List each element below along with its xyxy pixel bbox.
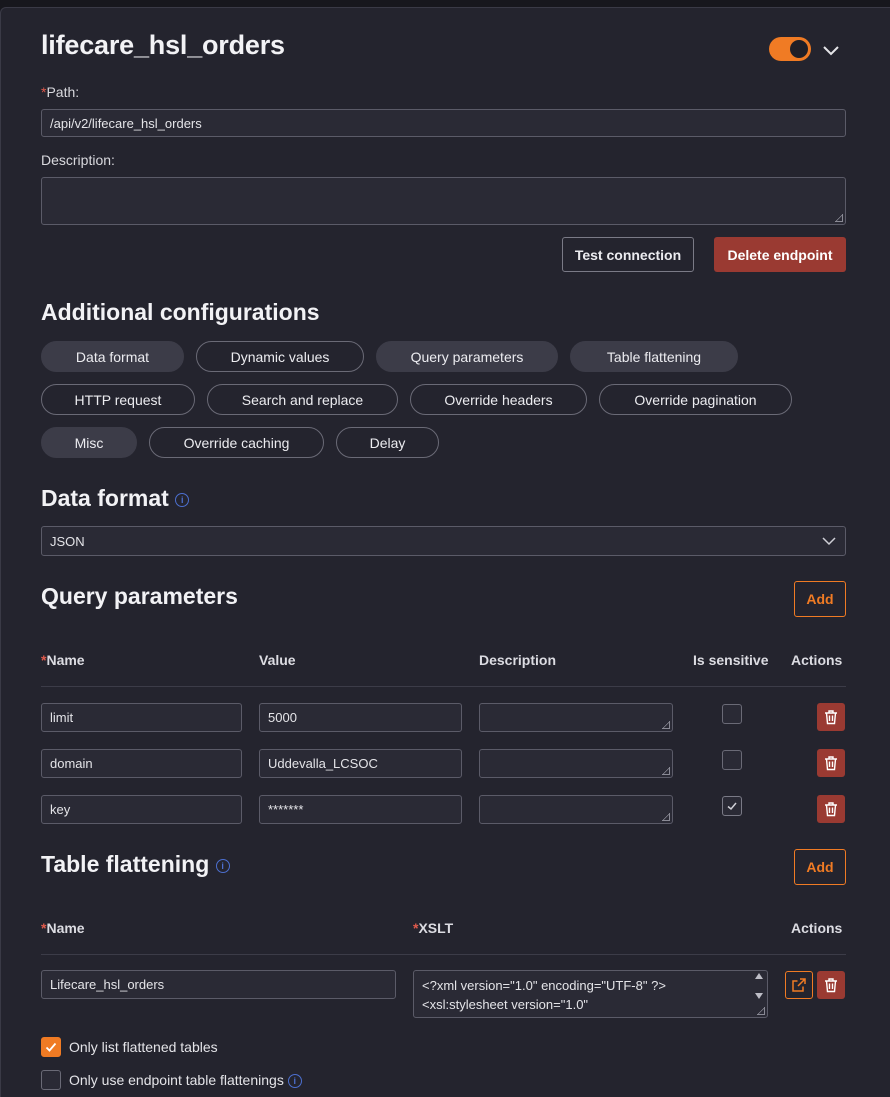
description-textarea[interactable]	[41, 177, 846, 225]
info-icon[interactable]: i	[175, 492, 190, 507]
description-label: Description:	[41, 152, 115, 168]
delete-flattening-button[interactable]	[817, 971, 845, 999]
qp-header-description: Description	[479, 652, 557, 668]
chip-search-and-replace[interactable]: Search and replace	[207, 384, 398, 415]
tf-header-xslt: *XSLT	[413, 920, 453, 936]
scroll-down-icon	[755, 993, 763, 999]
qp-header-name: *Name	[41, 652, 85, 668]
chip-override-pagination[interactable]: Override pagination	[599, 384, 792, 415]
chip-misc[interactable]: Misc	[41, 427, 137, 458]
info-icon[interactable]: i	[215, 858, 230, 873]
scroll-up-icon	[755, 973, 763, 979]
delete-row-button[interactable]	[817, 749, 845, 777]
chip-table-flattening[interactable]: Table flattening	[570, 341, 738, 372]
xslt-textarea[interactable]: <?xml version="1.0" encoding="UTF-8" ?> …	[413, 970, 768, 1018]
data-format-heading: Data format i	[41, 485, 190, 512]
xslt-line: <xsl:stylesheet version="1.0"	[422, 997, 589, 1012]
qp-value-value: *******	[268, 802, 304, 817]
qp-value-input[interactable]: Uddevalla_LCSOC	[259, 749, 462, 778]
tf-header-name: *Name	[41, 920, 85, 936]
table-flattening-title: Table flattening	[41, 851, 210, 877]
collapse-chevron-icon[interactable]	[821, 40, 841, 60]
checkmark-icon	[45, 1042, 57, 1052]
tf-header-actions: Actions	[791, 920, 843, 936]
tf-name-input[interactable]: Lifecare_hsl_orders	[41, 970, 396, 999]
qp-name-input[interactable]: limit	[41, 703, 242, 732]
chip-http-request[interactable]: HTTP request	[41, 384, 195, 415]
endpoint-panel: lifecare_hsl_orders *Path: /api/v2/lifec…	[0, 7, 890, 1097]
tf-header-xslt-text: XSLT	[418, 920, 454, 936]
chip-delay[interactable]: Delay	[336, 427, 439, 458]
data-format-selected: JSON	[50, 533, 85, 549]
qp-description-input[interactable]	[479, 749, 673, 778]
additional-config-heading: Additional configurations	[41, 299, 320, 325]
qp-sensitive-checkbox[interactable]	[722, 750, 742, 770]
qp-name-input[interactable]: key	[41, 795, 242, 824]
only-use-endpoint-checkbox[interactable]	[41, 1070, 61, 1090]
qp-description-input[interactable]	[479, 703, 673, 732]
qp-header-sensitive: Is sensitive	[693, 652, 769, 668]
chevron-down-icon	[822, 537, 836, 546]
open-xslt-editor-button[interactable]	[785, 971, 813, 999]
qp-sensitive-checkbox[interactable]	[722, 796, 742, 816]
qp-description-input[interactable]	[479, 795, 673, 824]
query-params-heading: Query parameters	[41, 583, 238, 609]
delete-row-button[interactable]	[817, 703, 845, 731]
delete-endpoint-button[interactable]: Delete endpoint	[714, 237, 846, 272]
trash-icon	[825, 756, 837, 771]
qp-name-value: limit	[50, 710, 74, 725]
path-label: *Path:	[41, 84, 79, 100]
qp-name-input[interactable]: domain	[41, 749, 242, 778]
qp-value-input[interactable]: *******	[259, 795, 462, 824]
qp-header-actions: Actions	[791, 652, 843, 668]
trash-icon	[825, 802, 837, 817]
path-value: /api/v2/lifecare_hsl_orders	[50, 115, 202, 131]
trash-icon	[825, 710, 837, 725]
chip-query-parameters[interactable]: Query parameters	[376, 341, 558, 372]
test-connection-button[interactable]: Test connection	[562, 237, 694, 272]
xslt-scrollbar[interactable]	[753, 973, 765, 999]
only-use-endpoint-label[interactable]: Only use endpoint table flattenings i	[69, 1072, 302, 1089]
path-input[interactable]: /api/v2/lifecare_hsl_orders	[41, 109, 846, 137]
info-icon[interactable]: i	[287, 1074, 302, 1089]
endpoint-title: lifecare_hsl_orders	[41, 30, 285, 60]
only-use-endpoint-label-text: Only use endpoint table flattenings	[69, 1072, 284, 1088]
delete-row-button[interactable]	[817, 795, 845, 823]
xslt-line: <?xml version="1.0" encoding="UTF-8" ?>	[422, 978, 666, 993]
qp-header-divider	[41, 686, 846, 687]
chip-override-headers[interactable]: Override headers	[410, 384, 587, 415]
qp-name-value: domain	[50, 756, 93, 771]
add-flattening-button[interactable]: Add	[794, 849, 846, 885]
toggle-knob	[790, 40, 808, 58]
chip-data-format[interactable]: Data format	[41, 341, 184, 372]
qp-value-value: Uddevalla_LCSOC	[268, 756, 378, 771]
qp-value-value: 5000	[268, 710, 297, 725]
qp-header-name-text: Name	[46, 652, 85, 668]
qp-value-input[interactable]: 5000	[259, 703, 462, 732]
chip-dynamic-values[interactable]: Dynamic values	[196, 341, 364, 372]
add-query-param-button[interactable]: Add	[794, 581, 846, 617]
chip-override-caching[interactable]: Override caching	[149, 427, 324, 458]
data-format-select[interactable]: JSON	[41, 526, 846, 556]
qp-header-value: Value	[259, 652, 296, 668]
checkmark-icon	[727, 802, 737, 811]
tf-header-name-text: Name	[46, 920, 85, 936]
external-link-icon	[792, 978, 806, 992]
tf-name-value: Lifecare_hsl_orders	[50, 977, 165, 992]
only-list-flattened-label[interactable]: Only list flattened tables	[69, 1039, 218, 1055]
path-label-text: Path:	[46, 84, 80, 100]
enabled-toggle[interactable]	[769, 37, 811, 61]
tf-header-divider	[41, 954, 846, 955]
qp-name-value: key	[50, 802, 71, 817]
trash-icon	[825, 978, 837, 993]
data-format-title: Data format	[41, 485, 169, 511]
table-flattening-heading: Table flattening i	[41, 851, 230, 878]
only-list-flattened-checkbox[interactable]	[41, 1037, 61, 1057]
qp-sensitive-checkbox[interactable]	[722, 704, 742, 724]
